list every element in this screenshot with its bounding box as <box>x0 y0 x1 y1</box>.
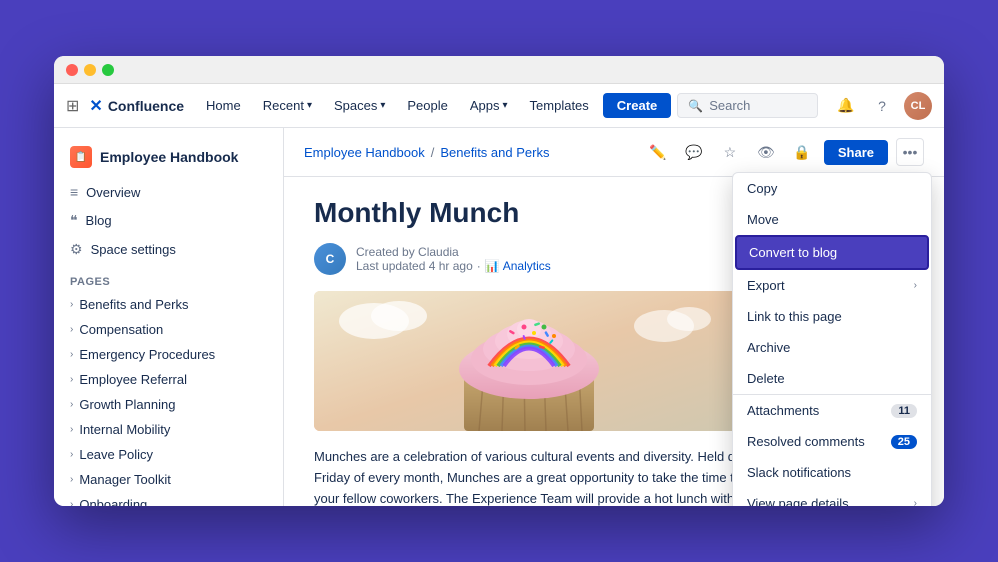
page-image <box>314 291 744 431</box>
sidebar-item-overview[interactable]: ≡ Overview <box>54 178 283 206</box>
edit-icon[interactable]: ✏️ <box>644 138 672 166</box>
search-placeholder: Search <box>709 98 750 113</box>
page-item-onboarding[interactable]: › Onboarding <box>54 492 283 506</box>
menu-item-export[interactable]: Export › <box>733 270 931 301</box>
chevron-right-icon: › <box>70 324 73 335</box>
chevron-right-icon: › <box>70 374 73 385</box>
author-created: Created by Claudia <box>356 245 551 259</box>
chevron-down-icon: ▾ <box>307 100 312 111</box>
breadcrumb: Employee Handbook / Benefits and Perks <box>304 145 549 160</box>
nav-recent[interactable]: Recent ▾ <box>255 94 320 117</box>
chevron-right-icon: › <box>70 424 73 435</box>
ellipsis-icon: ••• <box>903 144 918 160</box>
chevron-down-icon: ▾ <box>380 100 385 111</box>
chevron-right-icon: › <box>70 349 73 360</box>
sidebar: 📋 Employee Handbook ≡ Overview ❝ Blog ⚙ … <box>54 128 284 506</box>
main-content: 📋 Employee Handbook ≡ Overview ❝ Blog ⚙ … <box>54 128 944 506</box>
author-avatar: C <box>314 243 346 275</box>
notifications-icon[interactable]: 🔔 <box>832 92 860 120</box>
search-box[interactable]: 🔍 Search <box>677 93 818 118</box>
chevron-right-icon: › <box>70 399 73 410</box>
page-item-benefits[interactable]: › Benefits and Perks <box>54 292 283 317</box>
chevron-right-icon: › <box>914 280 917 291</box>
help-icon[interactable]: ? <box>868 92 896 120</box>
chevron-down-icon: ▾ <box>503 100 508 111</box>
nav-templates[interactable]: Templates <box>522 94 597 117</box>
overview-icon: ≡ <box>70 184 78 200</box>
content-header: Employee Handbook / Benefits and Perks ✏… <box>284 128 944 177</box>
nav-apps[interactable]: Apps ▾ <box>462 94 516 117</box>
analytics-link[interactable]: 📊 Analytics <box>485 259 551 273</box>
nav-home[interactable]: Home <box>198 94 249 117</box>
avatar-image: CL <box>904 92 932 120</box>
breadcrumb-separator: / <box>431 145 435 160</box>
create-button[interactable]: Create <box>603 93 671 118</box>
search-icon: 🔍 <box>688 99 703 113</box>
menu-item-convert-to-blog[interactable]: Convert to blog <box>735 235 929 270</box>
page-item-mobility[interactable]: › Internal Mobility <box>54 417 283 442</box>
menu-item-delete[interactable]: Delete <box>733 363 931 394</box>
page-item-growth[interactable]: › Growth Planning <box>54 392 283 417</box>
resolved-comments-badge: 25 <box>891 435 917 449</box>
menu-item-copy[interactable]: Copy <box>733 173 931 204</box>
attachments-badge: 11 <box>891 404 917 418</box>
logo-x-icon: ✕ <box>89 96 102 116</box>
settings-icon: ⚙ <box>70 241 83 258</box>
confluence-logo[interactable]: ✕ Confluence <box>89 96 184 116</box>
menu-item-move[interactable]: Move <box>733 204 931 235</box>
menu-item-attachments[interactable]: Attachments 11 <box>733 395 931 426</box>
menu-item-view-details[interactable]: View page details › <box>733 488 931 506</box>
star-icon[interactable]: ☆ <box>716 138 744 166</box>
sidebar-item-blog[interactable]: ❝ Blog <box>54 206 283 235</box>
chevron-right-icon: › <box>70 449 73 460</box>
page-item-leave[interactable]: › Leave Policy <box>54 442 283 467</box>
share-button[interactable]: Share <box>824 140 888 165</box>
more-options-button[interactable]: ••• <box>896 138 924 166</box>
eye-icon[interactable]: 👁 <box>752 138 780 166</box>
page-item-emergency[interactable]: › Emergency Procedures <box>54 342 283 367</box>
minimize-button[interactable] <box>84 64 96 76</box>
close-button[interactable] <box>66 64 78 76</box>
page-item-compensation[interactable]: › Compensation <box>54 317 283 342</box>
chevron-right-icon: › <box>70 474 73 485</box>
sidebar-space-title: Employee Handbook <box>100 149 238 165</box>
titlebar <box>54 56 944 84</box>
chevron-right-icon: › <box>70 499 73 506</box>
menu-item-archive[interactable]: Archive <box>733 332 931 363</box>
breadcrumb-benefits[interactable]: Benefits and Perks <box>440 145 549 160</box>
chevron-right-icon: › <box>914 498 917 506</box>
maximize-button[interactable] <box>102 64 114 76</box>
lock-icon[interactable]: 🔒 <box>788 138 816 166</box>
breadcrumb-handbook[interactable]: Employee Handbook <box>304 145 425 160</box>
chart-icon: 📊 <box>485 259 500 273</box>
author-meta: Last updated 4 hr ago · 📊 Analytics <box>356 259 551 273</box>
content-actions: ✏️ 💬 ☆ 👁 🔒 Share ••• <box>644 138 924 166</box>
space-icon: 📋 <box>70 146 92 168</box>
blog-icon: ❝ <box>70 212 78 229</box>
cupcake-image <box>314 291 744 431</box>
author-info: Created by Claudia Last updated 4 hr ago… <box>356 245 551 273</box>
sidebar-header: 📋 Employee Handbook <box>54 140 283 178</box>
nav-spaces[interactable]: Spaces ▾ <box>326 94 393 117</box>
grid-icon[interactable]: ⊞ <box>66 96 79 116</box>
nav-icons: 🔔 ? CL <box>832 92 932 120</box>
page-item-manager[interactable]: › Manager Toolkit <box>54 467 283 492</box>
menu-item-link[interactable]: Link to this page <box>733 301 931 332</box>
navbar: ⊞ ✕ Confluence Home Recent ▾ Spaces ▾ Pe… <box>54 84 944 128</box>
nav-people[interactable]: People <box>399 94 455 117</box>
avatar[interactable]: CL <box>904 92 932 120</box>
page-content: Employee Handbook / Benefits and Perks ✏… <box>284 128 944 506</box>
comment-icon[interactable]: 💬 <box>680 138 708 166</box>
app-window: ⊞ ✕ Confluence Home Recent ▾ Spaces ▾ Pe… <box>54 56 944 506</box>
page-item-referral[interactable]: › Employee Referral <box>54 367 283 392</box>
app-name: Confluence <box>108 98 184 114</box>
context-menu: Copy Move Convert to blog Export › Link … <box>732 172 932 506</box>
menu-item-slack[interactable]: Slack notifications <box>733 457 931 488</box>
chevron-right-icon: › <box>70 299 73 310</box>
menu-item-resolved-comments[interactable]: Resolved comments 25 <box>733 426 931 457</box>
pages-section-label: PAGES <box>54 264 283 292</box>
sidebar-item-settings[interactable]: ⚙ Space settings <box>54 235 283 264</box>
